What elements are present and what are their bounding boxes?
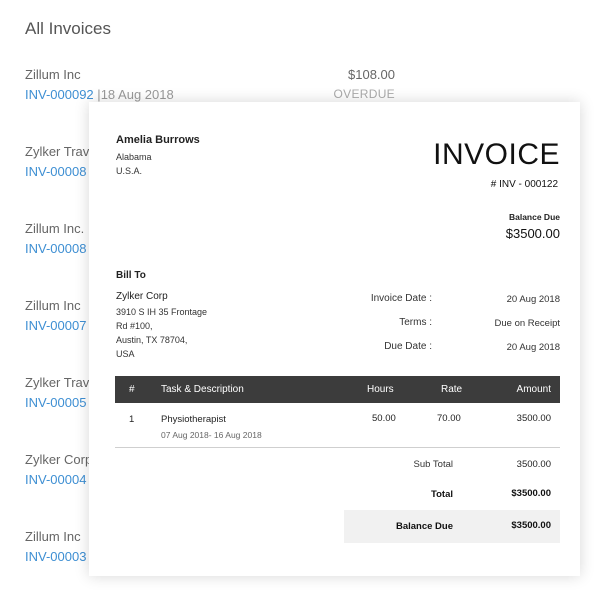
invoice-number-link[interactable]: INV-00007 — [25, 318, 86, 333]
col-description: Task & Description — [161, 384, 244, 395]
invoice-customer: Zillum Inc — [25, 529, 81, 544]
terms-value: Due on Receipt — [494, 318, 560, 329]
sender-address-line: Alabama — [116, 152, 152, 162]
invoice-customer: Zillum Inc — [25, 298, 81, 313]
status-badge: OVERDUE — [333, 87, 395, 101]
sender-name: Amelia Burrows — [116, 134, 200, 146]
col-num: # — [129, 384, 135, 395]
invoice-date-value: 20 Aug 2018 — [506, 294, 560, 305]
balance-due-summary-label: Balance Due — [395, 521, 453, 532]
row-num: 1 — [129, 414, 135, 425]
bill-to-label: Bill To — [116, 270, 146, 281]
row-rate: 70.00 — [437, 413, 461, 424]
invoice-number-link[interactable]: INV-000092 — [25, 87, 94, 102]
bill-to-name: Zylker Corp — [116, 291, 168, 302]
subtotal-value: 3500.00 — [516, 459, 551, 470]
invoice-date: 18 Aug 2018 — [100, 87, 174, 102]
bill-to-address-line: 3910 S IH 35 Frontage — [116, 307, 208, 317]
col-hours: Hours — [367, 384, 394, 395]
invoice-number-link[interactable]: INV-00008 — [25, 241, 86, 256]
row-description: Physiotherapist — [161, 414, 226, 425]
invoice-meta: INV-000092 |18 Aug 2018 — [25, 87, 174, 102]
invoice-number: # INV - 000122 — [490, 179, 558, 190]
invoice-customer: Zylker Corp — [25, 452, 93, 467]
row-amount: 3500.00 — [516, 413, 551, 424]
bill-to-address-line: USA — [116, 349, 135, 359]
invoice-number-link[interactable]: INV-00008 — [25, 164, 86, 179]
total-value: $3500.00 — [511, 488, 551, 499]
col-rate: Rate — [441, 384, 463, 395]
col-amount: Amount — [516, 384, 551, 395]
invoice-number-link[interactable]: INV-00003 — [25, 549, 86, 564]
total-label: Total — [431, 489, 453, 500]
invoice-list-item[interactable]: Zillum Inc INV-000092 |18 Aug 2018 $108.… — [25, 67, 395, 107]
page-title: All Invoices — [25, 19, 111, 38]
invoice-customer: Zylker Trav — [25, 144, 90, 159]
invoice-preview: Amelia Burrows Alabama U.S.A. INVOICE # … — [89, 102, 580, 576]
invoice-number-link[interactable]: INV-00005 — [25, 395, 86, 410]
terms-label: Terms : — [399, 317, 432, 328]
balance-due-value: $3500.00 — [505, 226, 560, 241]
bill-to-address-line: Austin, TX 78704, — [116, 335, 188, 345]
row-date-range: 07 Aug 2018- 16 Aug 2018 — [161, 430, 262, 440]
invoice-customer: Zillum Inc — [25, 67, 81, 82]
items-table-header: # Task & Description Hours Rate Amount — [115, 376, 560, 403]
balance-due-label: Balance Due — [508, 212, 560, 222]
invoice-customer: Zylker Trav — [25, 375, 90, 390]
bill-to-address-line: Rd #100, — [116, 321, 153, 331]
invoice-title: INVOICE — [433, 138, 560, 171]
due-date-label: Due Date : — [384, 341, 432, 352]
invoice-amount: $108.00 — [348, 67, 395, 82]
sender-address-line: U.S.A. — [116, 166, 143, 176]
invoice-number-link[interactable]: INV-00004 — [25, 472, 86, 487]
divider — [115, 447, 560, 448]
due-date-value: 20 Aug 2018 — [506, 342, 560, 353]
balance-due-summary-value: $3500.00 — [511, 520, 551, 531]
row-hours: 50.00 — [372, 413, 396, 424]
subtotal-label: Sub Total — [413, 459, 453, 470]
invoice-customer: Zillum Inc. — [25, 221, 85, 236]
invoice-date-label: Invoice Date : — [370, 293, 432, 304]
